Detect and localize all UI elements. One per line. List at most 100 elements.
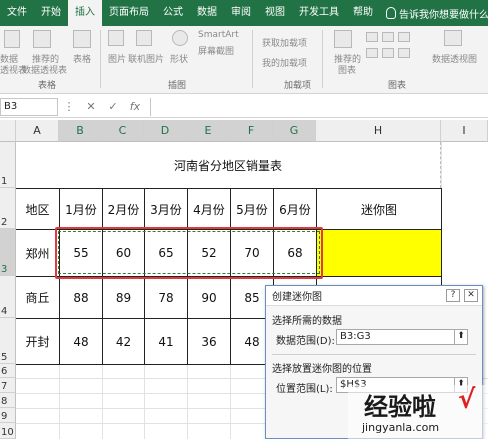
tab-data[interactable]: 数据 — [190, 0, 224, 26]
value-cell[interactable]: 90 — [188, 277, 230, 318]
row-header-7[interactable]: 7 — [0, 378, 16, 393]
value-cell[interactable]: 88 — [60, 277, 102, 318]
smartart-button[interactable]: SmartArt — [198, 30, 239, 40]
tab-help[interactable]: 帮助 — [346, 0, 380, 26]
collapse-dialog-icon[interactable]: ⬆ — [454, 329, 468, 345]
column-chart-icon[interactable] — [366, 32, 378, 42]
ribbon-separator — [100, 30, 101, 88]
column-header-i[interactable]: I — [441, 120, 488, 142]
recommended-charts-icon[interactable] — [334, 30, 352, 48]
row-header-9[interactable]: 9 — [0, 408, 16, 423]
group-charts-label: 图表 — [388, 81, 407, 91]
row-header-5[interactable]: 5 — [0, 318, 16, 364]
region-cell[interactable]: 开封 — [16, 319, 59, 364]
tab-developer[interactable]: 开发工具 — [292, 0, 346, 26]
column-header-e[interactable]: E — [187, 120, 230, 142]
formula-more-icon[interactable]: ⋮ — [58, 100, 80, 113]
column-header-a[interactable]: A — [16, 120, 59, 142]
shapes-label: 形状 — [170, 55, 189, 65]
sheet-title[interactable]: 河南省分地区销量表 — [16, 142, 441, 188]
recommended-pivot-icon[interactable] — [33, 30, 51, 48]
tab-home[interactable]: 开始 — [34, 0, 68, 26]
get-addins-button[interactable]: 获取加载项 — [262, 36, 307, 49]
table-icon[interactable] — [73, 30, 91, 48]
pivot-table-icon[interactable] — [4, 30, 20, 48]
value-cell[interactable]: 41 — [145, 319, 187, 364]
column-header-g[interactable]: G — [273, 120, 316, 142]
name-box[interactable]: B3 — [0, 97, 58, 116]
select-all-corner[interactable] — [0, 120, 16, 142]
value-cell[interactable]: 78 — [145, 277, 187, 318]
gridline — [144, 364, 145, 439]
row-header-10[interactable]: 10 — [0, 423, 16, 439]
value-cell[interactable]: 42 — [103, 319, 144, 364]
data-range-input[interactable]: B3:G3 ⬆ — [336, 329, 468, 345]
column-header-b[interactable]: B — [59, 120, 102, 142]
tab-insert[interactable]: 插入 — [68, 0, 102, 26]
header-region[interactable]: 地区 — [16, 189, 59, 229]
scatter-chart-icon[interactable] — [398, 48, 410, 58]
watermark: 经验啦 √ jingyanla.com — [348, 385, 488, 439]
cancel-icon[interactable]: ✕ — [80, 100, 102, 113]
value-cell[interactable]: 48 — [60, 319, 102, 364]
region-cell[interactable]: 郑州 — [16, 230, 59, 276]
location-section-label: 选择放置迷你图的位置 — [272, 364, 372, 375]
header-month[interactable]: 2月份 — [103, 189, 144, 229]
location-range-label: 位置范围(L): — [276, 384, 333, 395]
row-header-2[interactable]: 2 — [0, 188, 16, 229]
ribbon-insert-panel: 数据 透视表 推荐的 数据透视表 表格 表格 图片 联机图片 形状 SmartA… — [0, 26, 488, 94]
pivot-chart-icon[interactable] — [444, 30, 462, 46]
value-cell[interactable]: 36 — [188, 319, 230, 364]
line-chart-icon[interactable] — [382, 32, 394, 42]
formula-input[interactable] — [150, 97, 488, 116]
group-addins-label: 加载项 — [284, 81, 312, 91]
group-illustrations-label: 插图 — [168, 81, 187, 91]
header-month[interactable]: 5月份 — [231, 189, 273, 229]
value-cell[interactable]: 89 — [103, 277, 144, 318]
enter-icon[interactable]: ✓ — [102, 100, 124, 113]
tab-review[interactable]: 审阅 — [224, 0, 258, 26]
tab-file[interactable]: 文件 — [0, 0, 34, 26]
help-button[interactable]: ? — [446, 289, 460, 302]
online-picture-icon[interactable] — [136, 30, 152, 46]
column-header-c[interactable]: C — [102, 120, 144, 142]
pie-chart-icon[interactable] — [398, 32, 410, 42]
tab-page-layout[interactable]: 页面布局 — [102, 0, 156, 26]
data-range-label: 数据范围(D): — [276, 336, 335, 347]
insert-function-icon[interactable]: fx — [124, 100, 146, 113]
row-header-6[interactable]: 6 — [0, 364, 16, 378]
column-header-h[interactable]: H — [316, 120, 441, 142]
excel-window: 文件 开始 插入 页面布局 公式 数据 审阅 视图 开发工具 帮助 告诉我你想要… — [0, 0, 488, 439]
gridline — [102, 364, 103, 439]
row-header-4[interactable]: 4 — [0, 276, 16, 318]
shapes-icon[interactable] — [172, 30, 188, 46]
column-header-f[interactable]: F — [230, 120, 273, 142]
watermark-text: 经验啦 — [364, 393, 436, 421]
column-header-d[interactable]: D — [144, 120, 187, 142]
recommended-pivot-label-2: 数据透视表 — [22, 66, 68, 76]
gridline — [59, 364, 60, 439]
picture-icon[interactable] — [108, 30, 124, 46]
tell-me-box[interactable]: 告诉我你想要做什么 — [380, 6, 488, 21]
header-month[interactable]: 3月份 — [145, 189, 187, 229]
header-month[interactable]: 6月份 — [274, 189, 316, 229]
header-sparkline[interactable]: 迷你图 — [317, 189, 441, 229]
recommended-charts-label-2: 图表 — [338, 66, 357, 76]
header-month[interactable]: 4月份 — [188, 189, 230, 229]
region-cell[interactable]: 商丘 — [16, 277, 59, 318]
screenshot-button[interactable]: 屏幕截图 — [198, 44, 234, 57]
row-header-1[interactable]: 1 — [0, 142, 16, 188]
row-header-8[interactable]: 8 — [0, 393, 16, 408]
tab-formulas[interactable]: 公式 — [156, 0, 190, 26]
header-month[interactable]: 1月份 — [60, 189, 102, 229]
row-header-3[interactable]: 3 — [0, 229, 16, 276]
bar-chart-icon[interactable] — [366, 48, 378, 58]
close-button[interactable]: ✕ — [464, 289, 478, 302]
watermark-url: jingyanla.com — [362, 421, 440, 434]
area-chart-icon[interactable] — [382, 48, 394, 58]
formula-bar: B3 ⋮ ✕ ✓ fx — [0, 96, 488, 118]
sparkline-location-cell[interactable] — [316, 229, 441, 276]
my-addins-button[interactable]: 我的加载项 — [262, 56, 307, 69]
tab-view[interactable]: 视图 — [258, 0, 292, 26]
lightbulb-icon — [386, 7, 396, 19]
